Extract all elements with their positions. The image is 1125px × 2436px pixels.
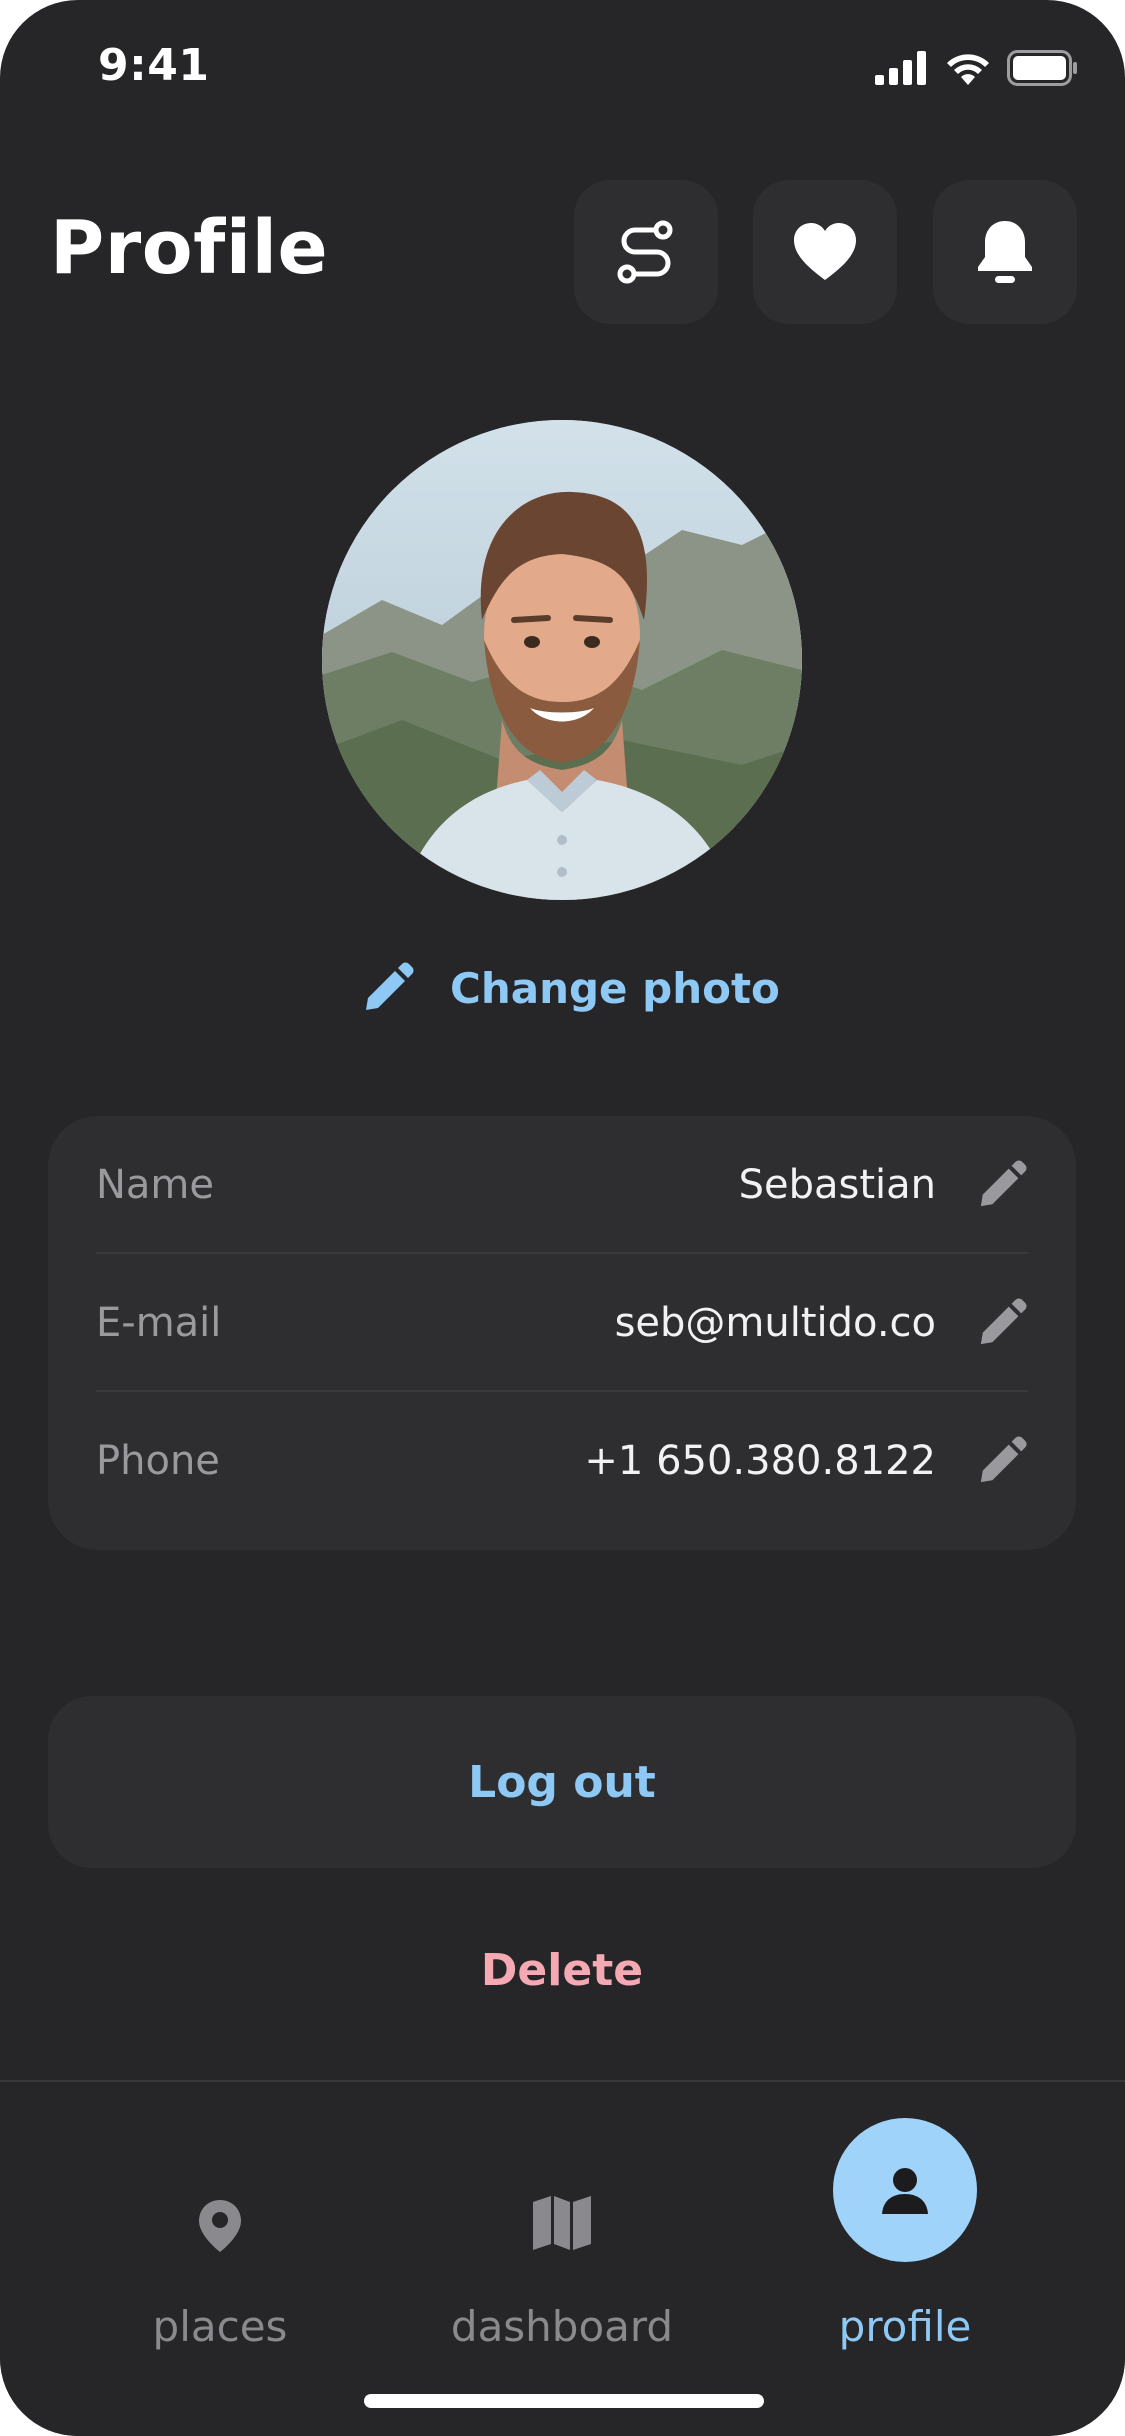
tab-dashboard-label: dashboard <box>450 2302 674 2351</box>
edit-name-button[interactable] <box>972 1155 1032 1215</box>
pencil-icon <box>980 1160 1027 1207</box>
heart-icon <box>794 223 856 280</box>
wifi-icon <box>947 54 989 85</box>
tab-profile-label: profile <box>838 2302 972 2351</box>
profile-info-card: Name Sebastian E-mail seb@multido.co Pho… <box>48 1116 1076 1550</box>
name-label: Name <box>96 1162 215 1208</box>
pencil-icon <box>980 1436 1027 1483</box>
bell-icon <box>978 221 1032 283</box>
routes-button[interactable] <box>574 180 718 324</box>
logout-button[interactable]: Log out <box>48 1696 1076 1868</box>
change-photo-button[interactable]: Change photo <box>362 958 780 1018</box>
map-icon <box>531 2194 593 2252</box>
battery-icon <box>1007 50 1077 86</box>
name-value: Sebastian <box>738 1162 936 1208</box>
phone-value: +1 650.380.8122 <box>584 1438 936 1484</box>
status-time: 9:41 <box>98 40 210 91</box>
delete-button[interactable]: Delete <box>312 1930 812 2010</box>
user-icon <box>833 2118 977 2262</box>
routes-icon <box>617 220 673 284</box>
home-indicator <box>364 2394 764 2408</box>
status-icons <box>875 48 1079 88</box>
edit-email-button[interactable] <box>972 1293 1032 1353</box>
phone-row: Phone +1 650.380.8122 <box>96 1392 1028 1530</box>
profile-avatar[interactable] <box>322 420 802 900</box>
change-photo-label: Change photo <box>450 963 780 1013</box>
page-title: Profile <box>50 205 329 291</box>
email-label: E-mail <box>96 1300 222 1346</box>
tab-profile[interactable]: profile <box>755 2082 1055 2382</box>
pencil-icon <box>366 962 414 1010</box>
logout-label: Log out <box>468 1756 656 1808</box>
notifications-button[interactable] <box>933 180 1077 324</box>
email-value: seb@multido.co <box>614 1300 936 1346</box>
cellular-signal-icon <box>875 51 926 85</box>
email-row: E-mail seb@multido.co <box>96 1254 1028 1392</box>
favorites-button[interactable] <box>753 180 897 324</box>
delete-label: Delete <box>480 1944 644 1996</box>
pencil-icon <box>980 1298 1027 1345</box>
tab-places-label: places <box>152 2302 288 2351</box>
name-row: Name Sebastian <box>96 1116 1028 1254</box>
map-pin-icon <box>196 2198 244 2254</box>
tab-bar: places dashboard profile <box>0 2080 1125 2436</box>
phone-screen: 9:41 Profile Change photo Name Sebastian… <box>0 0 1125 2436</box>
phone-label: Phone <box>96 1438 220 1484</box>
profile-photo <box>322 420 802 900</box>
edit-phone-button[interactable] <box>972 1431 1032 1491</box>
tab-places[interactable]: places <box>70 2082 370 2382</box>
tab-dashboard[interactable]: dashboard <box>412 2082 712 2382</box>
